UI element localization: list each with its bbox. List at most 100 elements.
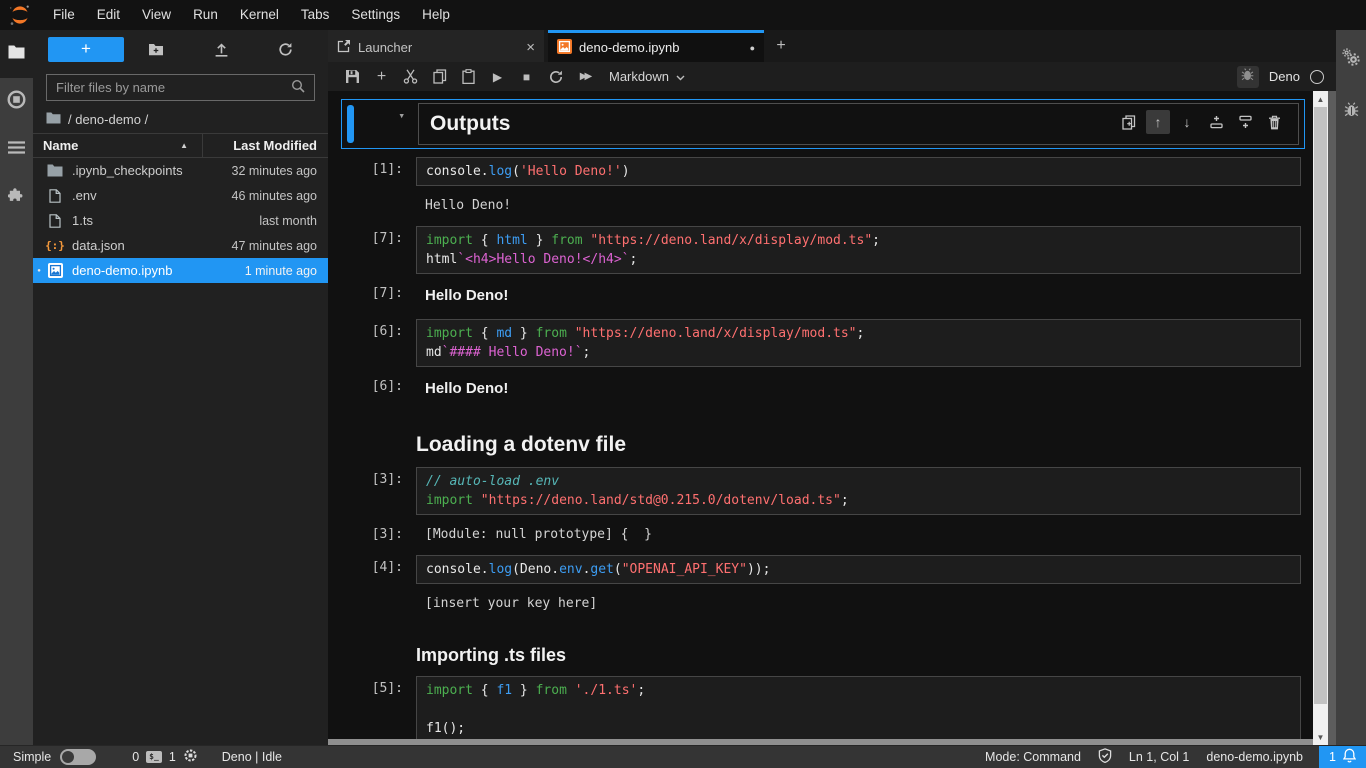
sort-ascending-icon: ▲ [180,141,188,150]
scroll-down-button[interactable]: ▼ [1313,729,1328,745]
new-tab-button[interactable]: + [767,30,795,62]
menu-file[interactable]: File [42,0,86,30]
menu-settings[interactable]: Settings [340,0,411,30]
code-editor[interactable]: import { f1 } from './1.ts'; f1(); [416,676,1301,739]
sidebar-item-table-of-contents[interactable] [0,126,33,174]
menu-run[interactable]: Run [182,0,229,30]
markdown-rendered: Importing .ts files [416,645,1301,666]
execution-count: [7]: [352,226,416,246]
kernel-sessions-icon[interactable] [183,748,198,766]
command-mode-indicator[interactable]: Mode: Command [985,750,1081,764]
file-name: .ipynb_checkpoints [65,163,210,178]
property-inspector-gears-icon[interactable] [1342,48,1360,71]
breadcrumb-path: / deno-demo / [68,112,148,127]
launcher-icon [337,39,351,56]
code-editor[interactable]: console.log(Deno.env.get("OPENAI_API_KEY… [416,555,1301,584]
cell-collapser[interactable] [341,433,348,457]
code-editor[interactable]: import { md } from "https://deno.land/x/… [416,319,1301,367]
column-header-name[interactable]: Name ▲ [33,134,203,157]
status-filename[interactable]: deno-demo.ipynb [1206,750,1303,764]
kernel-name[interactable]: Deno [1269,69,1300,84]
menu-edit[interactable]: Edit [86,0,131,30]
code-cell[interactable]: [5]:import { f1 } from './1.ts'; f1(); [341,676,1305,739]
right-activity-bar [1336,30,1366,745]
sidebar-item-extension-manager[interactable] [0,174,33,222]
restart-run-all-icon[interactable]: ▶▶ [570,71,599,82]
cut-cells-icon[interactable] [396,69,425,84]
paste-cells-icon[interactable] [454,69,483,84]
menu-kernel[interactable]: Kernel [229,0,290,30]
vertical-scrollbar[interactable]: ▲ ▼ [1313,91,1328,745]
cursor-position[interactable]: Ln 1, Col 1 [1129,750,1189,764]
sidebar-item-file-browser[interactable] [0,30,33,78]
menu-help[interactable]: Help [411,0,461,30]
copy-cells-icon[interactable] [425,69,454,84]
cell-output: [insert your key here] [341,591,1305,611]
code-editor[interactable]: console.log('Hello Deno!') [416,157,1301,186]
interrupt-kernel-icon[interactable]: ■ [512,70,541,84]
file-name: data.json [65,238,210,253]
move-cell-down-icon[interactable]: ↓ [1175,110,1199,134]
markdown-cell[interactable]: Loading a dotenv file [341,412,1305,467]
new-folder-button[interactable] [124,42,189,56]
markdown-cell[interactable]: Importing .ts files [341,624,1305,676]
insert-cell-below-icon[interactable] [1233,110,1257,134]
enable-debugger-button[interactable] [1237,66,1259,88]
scrollbar-track[interactable] [1313,107,1328,729]
cell-collapser[interactable] [341,645,348,666]
refresh-file-list-button[interactable] [253,42,318,57]
markdown-cell[interactable]: ▾Outputs ↑ ↓ [341,99,1305,149]
notebook-file-icon [45,263,65,278]
file-row[interactable]: .ipynb_checkpoints32 minutes ago [33,158,328,183]
file-row[interactable]: {:}data.json47 minutes ago [33,233,328,258]
code-cell[interactable]: [6]:import { md } from "https://deno.lan… [341,319,1305,367]
insert-cell-above-icon[interactable] [1204,110,1228,134]
tab-launcher[interactable]: Launcher × [328,30,544,62]
code-cell[interactable]: [7]:import { html } from "https://deno.l… [341,226,1305,274]
output-prompt: [7]: [352,281,416,301]
insert-cell-icon[interactable]: + [367,68,396,86]
move-cell-up-icon[interactable]: ↑ [1146,110,1170,134]
file-row[interactable]: ●deno-demo.ipynb1 minute ago [33,258,328,283]
upload-files-button[interactable] [189,42,254,57]
sidebar-item-running-sessions[interactable] [0,78,33,126]
debugger-sidebar-bug-icon[interactable] [1344,101,1359,122]
kernel-status-idle-circle[interactable] [1310,70,1324,84]
code-editor[interactable]: import { html } from "https://deno.land/… [416,226,1301,274]
file-row[interactable]: .env46 minutes ago [33,183,328,208]
file-row[interactable]: 1.tslast month [33,208,328,233]
cell-prompt [352,433,416,438]
file-icon [45,189,65,203]
output-prompt [352,591,416,596]
restart-kernel-icon[interactable] [541,70,570,84]
execution-count: [5]: [352,676,416,696]
close-tab-icon[interactable]: × [526,40,535,55]
terminal-icon[interactable]: $_ [146,751,162,763]
save-icon[interactable] [338,69,367,84]
column-header-last-modified[interactable]: Last Modified [203,138,328,153]
cell-collapser[interactable] [347,105,354,143]
file-list: .ipynb_checkpoints32 minutes ago.env46 m… [33,158,328,283]
cell-type-dropdown[interactable]: Markdown [609,69,685,84]
menu-tabs[interactable]: Tabs [290,0,341,30]
output-prompt [352,193,416,198]
new-launcher-button[interactable]: + [48,37,124,62]
menu-view[interactable]: View [131,0,182,30]
tab-notebook[interactable]: deno-demo.ipynb ● [548,30,764,62]
run-cell-icon[interactable]: ▶ [483,70,512,84]
filter-files-input[interactable] [56,80,291,95]
code-cell[interactable]: [4]:console.log(Deno.env.get("OPENAI_API… [341,555,1305,584]
heading-collapse-icon[interactable]: ▾ [398,109,405,122]
jupyter-logo [8,3,32,27]
duplicate-cell-icon[interactable] [1117,110,1141,134]
simple-mode-toggle[interactable] [60,749,96,765]
kernel-status-text[interactable]: Deno | Idle [222,750,282,764]
code-cell[interactable]: [3]:// auto-load .envimport "https://den… [341,467,1305,515]
scrollbar-thumb[interactable] [1314,107,1327,704]
code-editor[interactable]: // auto-load .envimport "https://deno.la… [416,467,1301,515]
notification-badge[interactable]: 1 [1319,746,1366,768]
breadcrumb[interactable]: / deno-demo / [33,105,328,133]
delete-cell-icon[interactable] [1262,110,1286,134]
scroll-up-button[interactable]: ▲ [1313,91,1328,107]
code-cell[interactable]: [1]:console.log('Hello Deno!') [341,157,1305,186]
